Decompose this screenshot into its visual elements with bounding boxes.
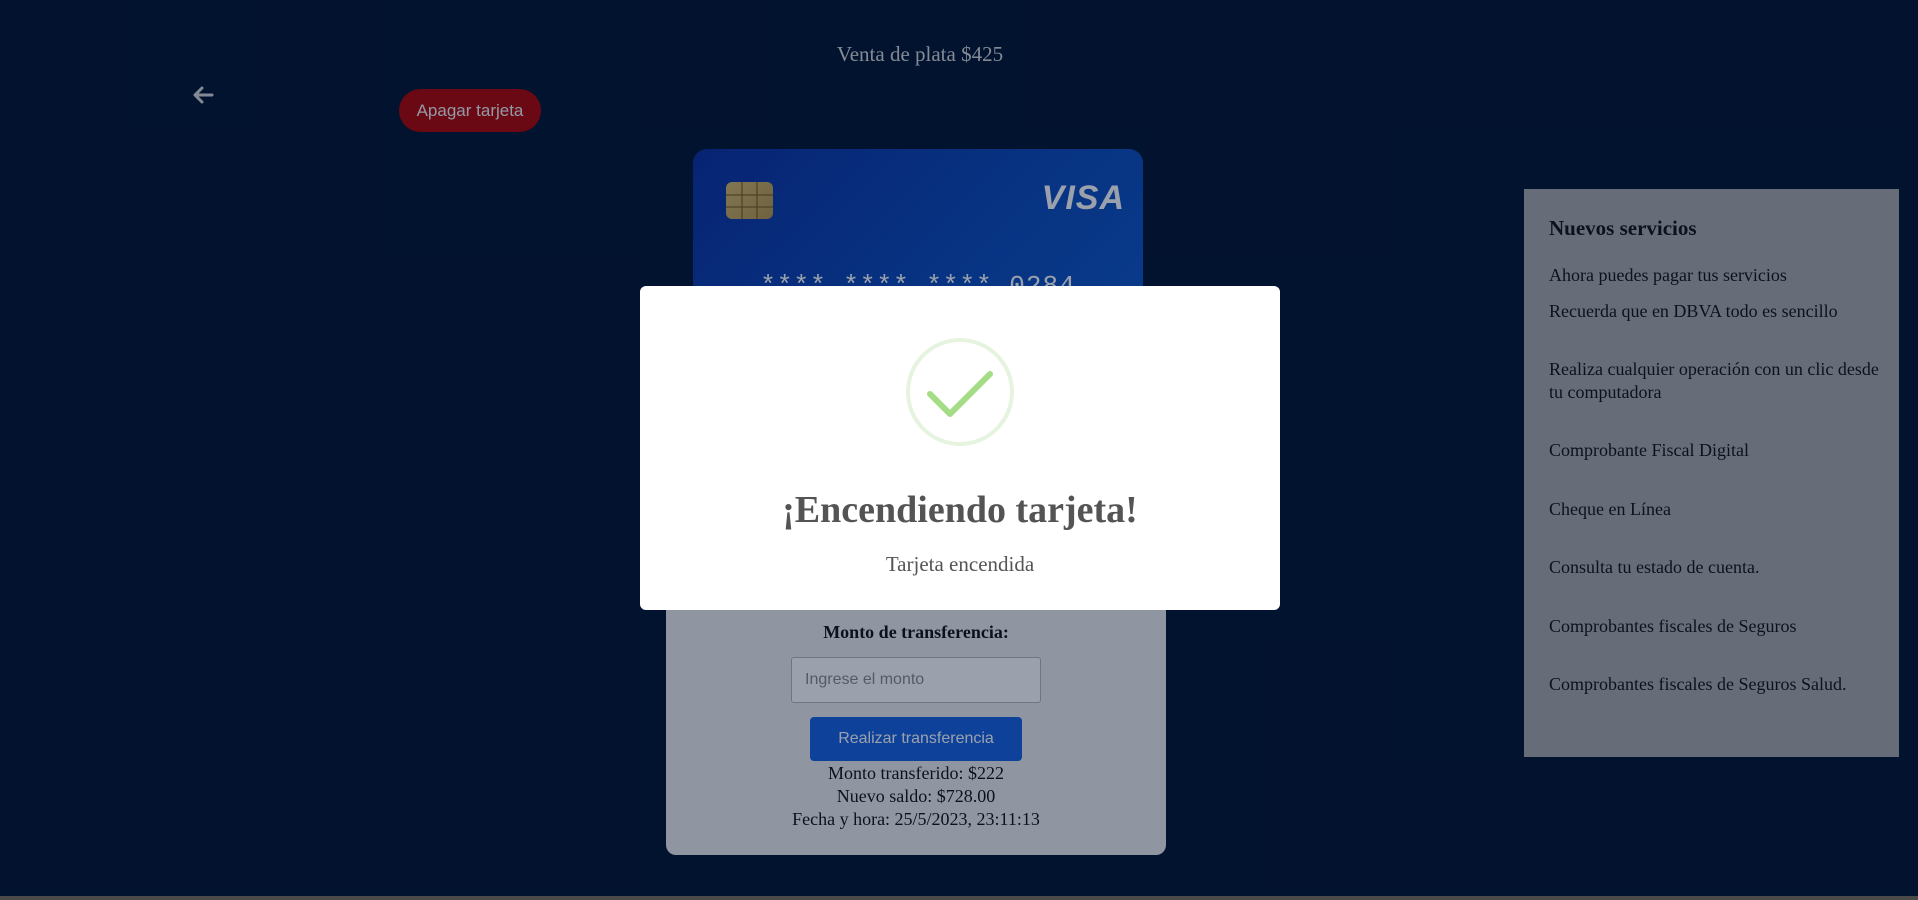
bottom-divider [0,896,1918,900]
modal-message: Tarjeta encendida [885,552,1035,576]
success-modal: ¡Encendiendo tarjeta! Tarjeta encendida [640,286,1280,610]
page: Venta de plata $425 Apagar tarjeta VISA … [0,0,1918,900]
check-circle-icon [906,338,1014,446]
modal-title: ¡Encendiendo tarjeta! [782,489,1138,531]
